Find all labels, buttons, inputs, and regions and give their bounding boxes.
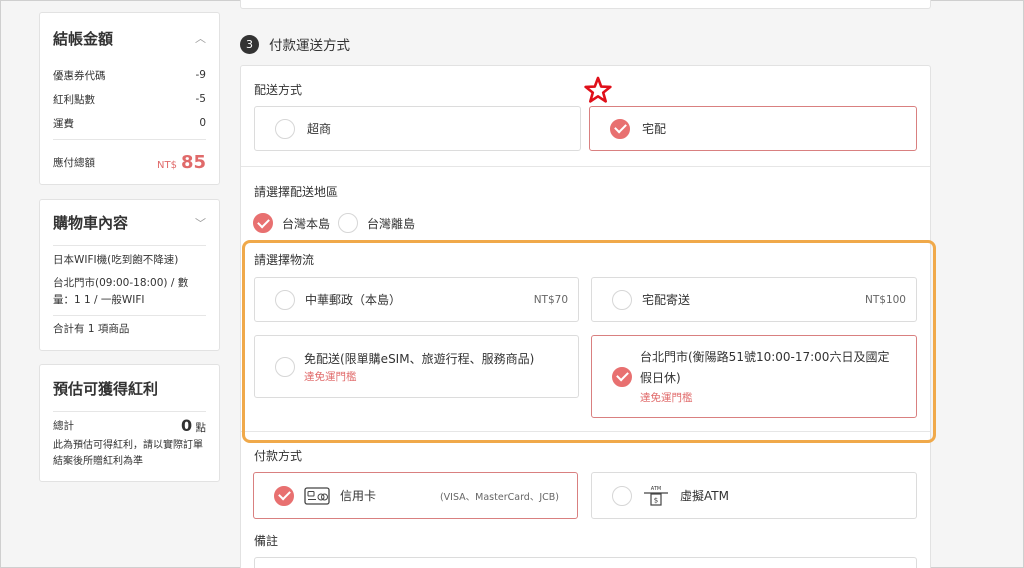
logistics-option-label: 中華郵政（本島） — [305, 293, 402, 307]
logistics-option-price: NT$100 — [865, 293, 906, 306]
points-note: 此為預估可得紅利，請以實際訂單結案後所贈紅利為準 — [53, 440, 203, 467]
logistics-option-taipei-store[interactable]: 台北門市(衡陽路51號10:00-17:00六日及國定 假日休) 達免運門檻 — [591, 335, 917, 418]
credit-card-icon — [304, 486, 330, 505]
notes-label: 備註 — [254, 534, 279, 548]
atm-icon: ATM $ — [642, 486, 670, 506]
total-row: 應付總額 NT$ 85 — [53, 140, 206, 184]
logistics-option-label: 宅配寄送 — [642, 293, 691, 307]
chevron-up-icon[interactable]: ︿ — [195, 30, 206, 46]
cart-item-detail: 台北門市(09:00-18:00) / 數量：1 1 / 一般WIFI — [53, 277, 189, 306]
payment-option-virtual-atm[interactable]: ATM $ 虛擬ATM — [591, 472, 917, 519]
estimated-points-header: 預估可獲得紅利 — [40, 365, 219, 411]
points-total-row: 總計 0 點 — [53, 412, 206, 438]
step-title: 3 付款運送方式 — [240, 34, 350, 54]
estimated-points-card: 預估可獲得紅利 總計 0 點 此為預估可得紅利，請以實際訂單結案後所贈紅利為準 — [39, 364, 220, 482]
payment-method-label: 付款方式 — [254, 449, 303, 463]
logistics-option-text: 台北門市(衡陽路51號10:00-17:00六日及國定 假日休) 達免運門檻 — [640, 348, 889, 405]
region-option-outlying-islands[interactable]: 台灣離島 — [338, 213, 415, 233]
divider — [53, 245, 206, 246]
logistics-option-text: 免配送(限單購eSIM、旅遊行程、服務商品) 達免運門檻 — [304, 350, 534, 384]
divider — [53, 315, 206, 316]
logistics-option-post[interactable]: 中華郵政（本島） NT$70 — [254, 277, 579, 322]
logistics-option-home-delivery[interactable]: 宅配寄送 NT$100 — [591, 277, 917, 322]
points-total-unit: 點 — [195, 421, 207, 434]
region-option-main-island[interactable]: 台灣本島 — [253, 213, 330, 233]
coupon-value: -9 — [195, 69, 206, 81]
logistics-label: 請選擇物流 — [254, 253, 315, 267]
radio-unchecked-icon[interactable] — [338, 213, 358, 233]
logistics-option-no-shipping[interactable]: 免配送(限單購eSIM、旅遊行程、服務商品) 達免運門檻 — [254, 335, 579, 398]
radio-unchecked-icon[interactable] — [612, 485, 632, 506]
payment-option-detail: (VISA、MasterCard、JCB) — [439, 491, 559, 503]
cart-contents-card: 購物車內容 ﹀ 日本WIFI機(吃到飽不降速) 台北門市(09:00-18:00… — [39, 199, 220, 351]
free-shipping-note: 達免運門檻 — [640, 392, 693, 404]
shipping-fee-row: 運費 0 — [53, 111, 206, 135]
region-option-label: 台灣離島 — [367, 216, 416, 231]
shipping-fee-label: 運費 — [53, 117, 74, 130]
payment-option-label: 信用卡 — [340, 489, 377, 503]
cart-contents-header[interactable]: 購物車內容 ﹀ — [40, 200, 219, 245]
radio-unchecked-icon[interactable] — [612, 289, 632, 310]
points-total-label: 總計 — [53, 419, 74, 432]
coupon-row: 優惠券代碼 -9 — [53, 63, 206, 87]
delivery-option-label: 宅配 — [642, 122, 667, 136]
chevron-down-icon[interactable]: ﹀ — [195, 215, 206, 231]
delivery-option-label: 超商 — [307, 122, 332, 136]
radio-checked-icon[interactable] — [610, 118, 630, 139]
step-title-text: 付款運送方式 — [269, 38, 350, 54]
logistics-option-label: 免配送(限單購eSIM、旅遊行程、服務商品) — [304, 351, 535, 366]
region-label: 請選擇配送地區 — [254, 185, 339, 199]
points-total-value: 0 — [181, 415, 193, 435]
delivery-method-label: 配送方式 — [254, 83, 303, 97]
points-row: 紅利點數 -5 — [53, 87, 206, 111]
radio-checked-icon[interactable] — [274, 485, 294, 506]
checkout-summary-card: 結帳金額 ︿ 優惠券代碼 -9 紅利點數 -5 運費 0 應付總額 NT$ 85 — [39, 12, 220, 185]
delivery-option-home[interactable]: 宅配 — [589, 106, 917, 151]
logistics-option-label-line1: 台北門市(衡陽路51號10:00-17:00六日及國定 — [640, 350, 890, 364]
step-number-badge: 3 — [240, 34, 259, 54]
cart-summary: 合計有 1 項商品 — [53, 323, 130, 335]
coupon-label: 優惠券代碼 — [53, 69, 106, 82]
region-option-label: 台灣本島 — [282, 216, 331, 231]
radio-unchecked-icon[interactable] — [275, 356, 295, 377]
star-icon — [584, 76, 612, 103]
shipping-fee-value: 0 — [199, 117, 206, 129]
free-shipping-note: 達免運門檻 — [304, 370, 357, 383]
divider — [241, 166, 930, 167]
previous-section-bottom — [240, 0, 931, 9]
svg-text:$: $ — [654, 496, 658, 504]
radio-checked-icon[interactable] — [612, 366, 632, 387]
points-value: -5 — [195, 93, 206, 105]
cart-contents-title: 購物車內容 — [53, 214, 129, 232]
points-total: 0 點 — [181, 416, 206, 435]
radio-unchecked-icon[interactable] — [275, 118, 295, 139]
delivery-option-convenience-store[interactable]: 超商 — [254, 106, 581, 151]
divider — [241, 431, 930, 432]
total-currency: NT$ — [156, 159, 177, 171]
estimated-points-title: 預估可獲得紅利 — [53, 379, 159, 398]
logistics-option-label-line2: 假日休) — [640, 371, 681, 385]
payment-option-label: 虛擬ATM — [680, 489, 729, 503]
cart-item-name: 日本WIFI機(吃到飽不降速) — [53, 254, 179, 266]
notes-input[interactable] — [254, 557, 917, 568]
total-amount: NT$ 85 — [157, 152, 206, 173]
total-value: 85 — [180, 151, 206, 173]
total-label: 應付總額 — [53, 156, 95, 169]
payment-option-credit-card[interactable]: 信用卡 (VISA、MasterCard、JCB) — [253, 472, 578, 519]
logistics-option-price: NT$70 — [533, 293, 568, 306]
checkout-summary-header[interactable]: 結帳金額 ︿ — [40, 13, 219, 63]
points-label: 紅利點數 — [53, 93, 95, 106]
checkout-summary-title: 結帳金額 — [53, 29, 114, 48]
radio-unchecked-icon[interactable] — [275, 289, 295, 310]
radio-checked-icon[interactable] — [253, 213, 273, 233]
